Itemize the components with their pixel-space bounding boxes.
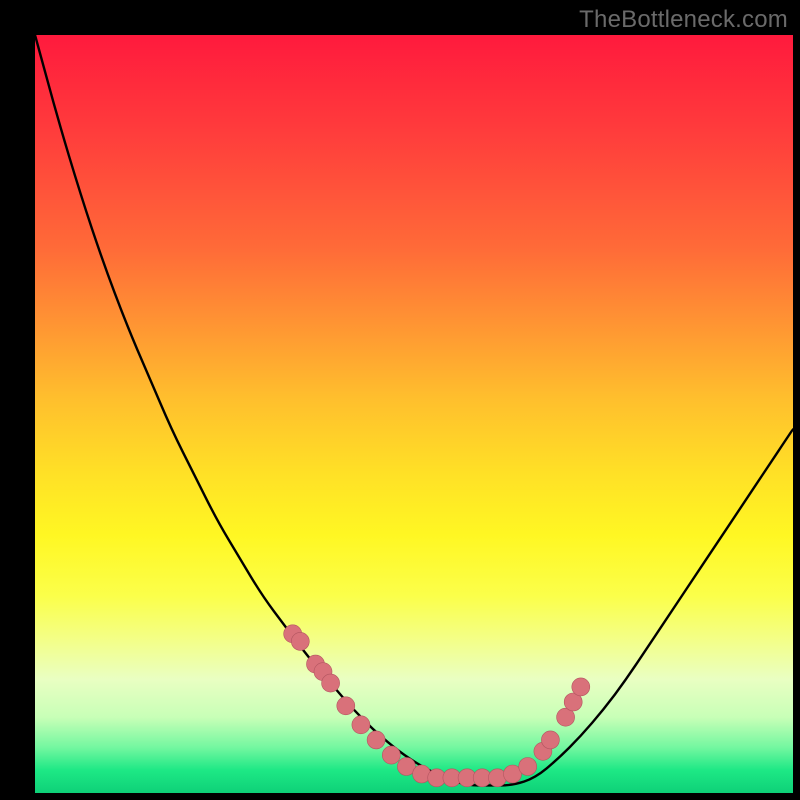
data-point [572, 678, 590, 696]
data-point [541, 731, 559, 749]
data-point [519, 758, 537, 776]
bottleneck-curve [35, 35, 793, 785]
chart-frame: TheBottleneck.com [0, 0, 800, 800]
data-point [382, 746, 400, 764]
bottleneck-curve-svg [35, 35, 793, 793]
data-points-group [284, 625, 590, 787]
data-point [352, 716, 370, 734]
data-point [367, 731, 385, 749]
data-point [337, 697, 355, 715]
data-point [291, 632, 309, 650]
plot-area [35, 35, 793, 793]
watermark-text: TheBottleneck.com [579, 6, 788, 34]
data-point [322, 674, 340, 692]
